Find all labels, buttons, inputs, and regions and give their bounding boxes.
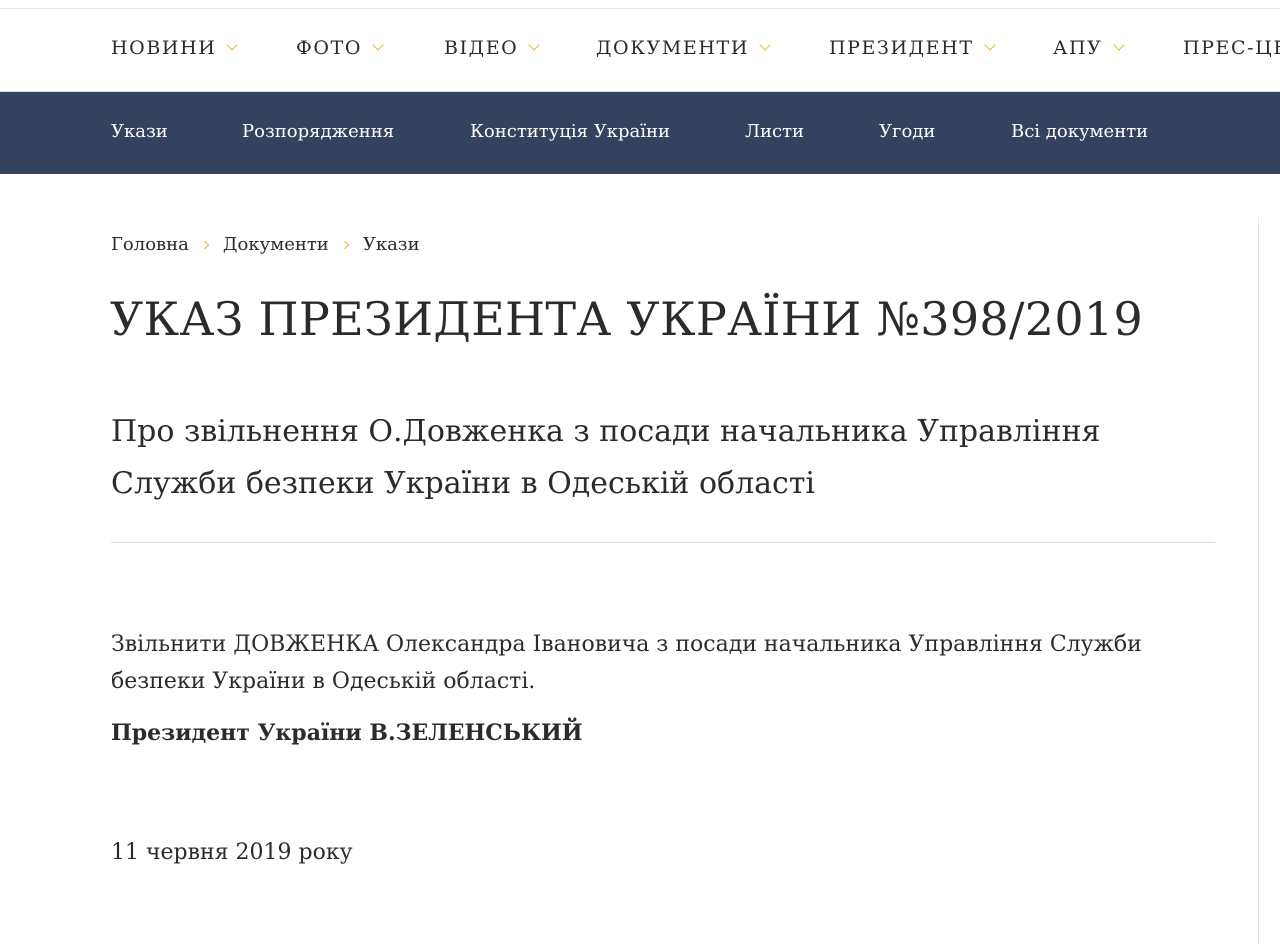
document-content: Головна Документи Укази УКАЗ ПРЕЗИДЕНТА … (0, 174, 1280, 944)
chevron-down-icon (372, 39, 384, 51)
chevron-right-icon (200, 240, 210, 249)
document-date: 11 червня 2019 року (111, 840, 353, 865)
nav-item-video[interactable]: ВІДЕО (444, 37, 541, 59)
nav-label-news: НОВИНИ (111, 37, 217, 59)
sidebar-divider (1258, 217, 1259, 944)
nav-label-photo: ФОТО (296, 37, 362, 59)
nav-item-photo[interactable]: ФОТО (296, 37, 384, 59)
nav-label-president: ПРЕЗИДЕНТ (829, 37, 974, 59)
chevron-down-icon (983, 39, 996, 51)
nav-item-apu[interactable]: АПУ (1053, 37, 1125, 59)
sub-nav-agreements[interactable]: Угоди (879, 121, 935, 142)
chevron-down-icon (759, 39, 771, 51)
nav-label-press-center: ПРЕС-ЦЕ (1183, 37, 1280, 59)
sub-nav-constitution[interactable]: Конституція України (470, 121, 670, 142)
nav-item-press-center[interactable]: ПРЕС-ЦЕ (1183, 37, 1280, 59)
sub-nav-letters[interactable]: Листи (745, 121, 804, 142)
breadcrumb-decrees[interactable]: Укази (363, 234, 420, 255)
nav-item-president[interactable]: ПРЕЗИДЕНТ (829, 37, 996, 59)
nav-label-video: ВІДЕО (444, 37, 519, 59)
documents-sub-nav: Укази Розпорядження Конституція України … (0, 92, 1280, 174)
nav-item-documents[interactable]: ДОКУМЕНТИ (596, 37, 771, 59)
sub-nav-orders[interactable]: Розпорядження (242, 121, 394, 142)
document-subtitle: Про звільнення О.Довженка з посади начал… (111, 414, 1101, 501)
nav-label-apu: АПУ (1053, 37, 1103, 59)
chevron-down-icon (226, 39, 239, 51)
chevron-right-icon (340, 240, 350, 249)
document-body: Звільнити ДОВЖЕНКА Олександра Івановича … (111, 632, 1142, 694)
nav-label-documents: ДОКУМЕНТИ (596, 37, 749, 59)
document-signature: Президент України В.ЗЕЛЕНСЬКИЙ (111, 720, 583, 746)
content-divider (111, 542, 1215, 543)
breadcrumb: Головна Документи Укази (111, 234, 420, 255)
chevron-down-icon (1112, 39, 1125, 51)
nav-item-news[interactable]: НОВИНИ (111, 37, 239, 59)
main-nav: НОВИНИ ФОТО ВІДЕО ДОКУМЕНТИ ПРЕЗИДЕНТ АП… (0, 9, 1280, 92)
breadcrumb-documents[interactable]: Документи (223, 234, 329, 255)
page-title: УКАЗ ПРЕЗИДЕНТА УКРАЇНИ №398/2019 (110, 292, 1144, 346)
sub-nav-decrees[interactable]: Укази (111, 121, 168, 142)
top-border (0, 0, 1280, 9)
chevron-down-icon (528, 39, 541, 51)
sub-nav-all-documents[interactable]: Всі документи (1011, 121, 1148, 142)
breadcrumb-home[interactable]: Головна (111, 234, 189, 255)
